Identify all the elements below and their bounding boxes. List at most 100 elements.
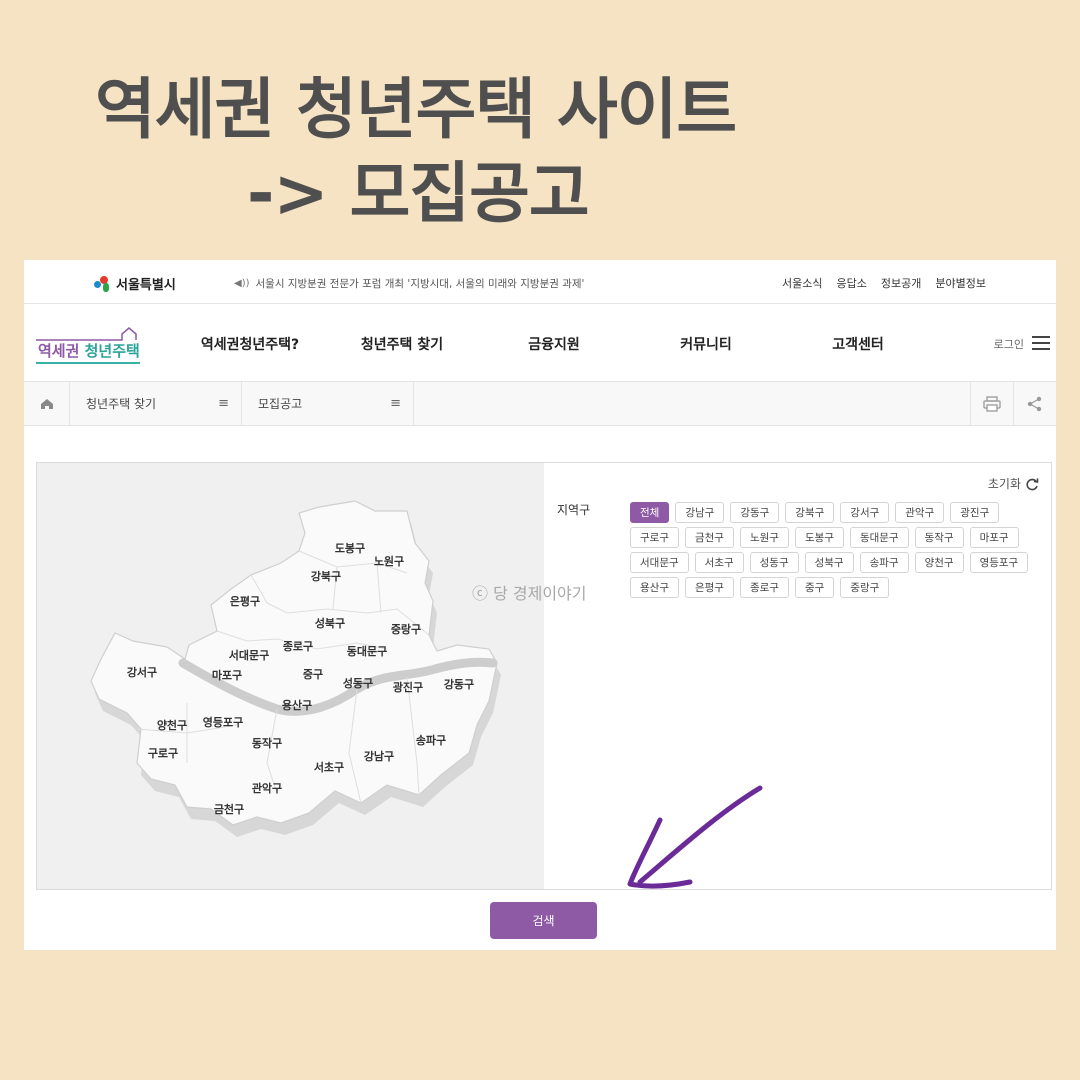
district-chips: 전체 강남구 강동구 강북구 강서구 관악구 광진구구로구 금천구 노원구 도봉구 동대문구 동작구 마… bbox=[630, 502, 1035, 598]
utility-bar: 서울특별시 ◀)) 서울시 지방분권 전문가 포럼 개최 '지방시대, 서울의 … bbox=[24, 260, 1056, 304]
district-chip[interactable]: 용산구 bbox=[630, 577, 679, 598]
district-chip[interactable]: 송파구 bbox=[859, 552, 909, 573]
util-link-fields[interactable]: 분야별정보 bbox=[935, 275, 986, 291]
district-chip[interactable]: 강남구 bbox=[675, 502, 725, 523]
map-district-label[interactable]: 송파구 bbox=[416, 732, 446, 748]
map-district-label[interactable]: 은평구 bbox=[230, 593, 260, 609]
map-district-label[interactable]: 강서구 bbox=[127, 664, 157, 680]
notice-text: 서울시 지방분권 전문가 포럼 개최 '지방시대, 서울의 미래와 지방분권 과… bbox=[255, 278, 585, 290]
breadcrumb: 청년주택 찾기 ≡ 모집공고 ≡ bbox=[24, 382, 1056, 426]
map-district-label[interactable]: 도봉구 bbox=[335, 540, 365, 556]
map-district-label[interactable]: 강북구 bbox=[311, 568, 341, 584]
nav-find-housing[interactable]: 청년주택 찾기 bbox=[326, 334, 478, 354]
map-district-label[interactable]: 동작구 bbox=[252, 735, 282, 751]
share-icon[interactable] bbox=[1013, 382, 1056, 425]
print-icon[interactable] bbox=[970, 382, 1013, 425]
map-district-label[interactable]: 강동구 bbox=[444, 676, 474, 692]
website-screenshot: 서울특별시 ◀)) 서울시 지방분권 전문가 포럼 개최 '지방시대, 서울의 … bbox=[24, 260, 1056, 950]
district-chip[interactable]: 영등포구 bbox=[969, 552, 1029, 573]
map-district-label[interactable]: 서대문구 bbox=[229, 647, 269, 663]
map-district-label[interactable]: 중구 bbox=[303, 666, 323, 682]
map-district-label[interactable]: 성북구 bbox=[315, 615, 345, 631]
map-district-label[interactable]: 금천구 bbox=[214, 801, 244, 817]
district-chip[interactable]: 서대문구 bbox=[630, 552, 689, 573]
district-chip[interactable]: 관악구 bbox=[895, 502, 945, 523]
headline-line1: 역세권 청년주택 사이트 bbox=[95, 71, 737, 148]
district-chip[interactable]: 동대문구 bbox=[849, 527, 909, 548]
map-district-label[interactable]: 용산구 bbox=[282, 697, 312, 713]
seoul-logo-text: 서울특별시 bbox=[116, 278, 176, 293]
nav-about[interactable]: 역세권청년주택? bbox=[174, 334, 326, 354]
district-chip[interactable]: 성동구 bbox=[749, 552, 799, 573]
nav-community[interactable]: 커뮤니티 bbox=[630, 334, 782, 354]
reset-button[interactable]: 초기화 bbox=[988, 475, 1039, 492]
map-district-label[interactable]: 구로구 bbox=[148, 745, 178, 761]
page-tools bbox=[970, 382, 1056, 425]
district-chip[interactable]: 은평구 bbox=[684, 577, 734, 598]
login-link[interactable]: 로그인 bbox=[994, 336, 1024, 352]
utility-links: 서울소식 응답소 정보공개 분야별정보 bbox=[782, 275, 986, 291]
district-chip[interactable]: 성북구 bbox=[804, 552, 854, 573]
watermark: ⓒ 당 경제이야기 bbox=[472, 584, 587, 603]
district-chip[interactable]: 구로구 bbox=[630, 527, 679, 548]
site-logo-text-b: 청년주택 bbox=[84, 342, 140, 360]
breadcrumb-level2-label: 모집공고 bbox=[258, 397, 303, 411]
district-label: 지역구 bbox=[557, 503, 591, 517]
map-district-label[interactable]: 종로구 bbox=[283, 638, 313, 654]
list-menu-icon: ≡ bbox=[218, 396, 229, 411]
district-chip[interactable]: 금천구 bbox=[684, 527, 734, 548]
home-icon[interactable] bbox=[24, 382, 70, 425]
district-chip[interactable]: 광진구 bbox=[950, 502, 1000, 523]
search-button[interactable]: 검색 bbox=[490, 902, 597, 939]
map-district-label[interactable]: 양천구 bbox=[157, 717, 187, 733]
site-logo-text-a: 역세권 bbox=[38, 342, 85, 360]
main-nav: 역세권청년주택? 청년주택 찾기 금융지원 커뮤니티 고객센터 bbox=[174, 334, 934, 354]
search-panel: 도봉구 노원구 강북구 은평구 성북구 중랑구 종로구 서대문구 동대문구 강서구 마포구 중구 성동구… bbox=[36, 462, 1052, 890]
district-chip[interactable]: 강서구 bbox=[840, 502, 890, 523]
district-chip[interactable]: 전체 bbox=[630, 502, 670, 523]
district-chip[interactable]: 중구 bbox=[794, 577, 835, 598]
breadcrumb-level2[interactable]: 모집공고 ≡ bbox=[242, 382, 414, 425]
nav-finance[interactable]: 금융지원 bbox=[478, 334, 630, 354]
notice-ticker[interactable]: ◀)) 서울시 지방분권 전문가 포럼 개최 '지방시대, 서울의 미래와 지방… bbox=[234, 276, 584, 291]
map-district-label[interactable]: 서초구 bbox=[314, 759, 344, 775]
hamburger-menu-icon[interactable] bbox=[1032, 336, 1050, 350]
site-logo[interactable]: 역세권 청년주택 bbox=[36, 320, 140, 366]
list-menu-icon: ≡ bbox=[390, 396, 401, 411]
district-chip[interactable]: 종로구 bbox=[739, 577, 789, 598]
refresh-icon bbox=[1026, 478, 1039, 490]
breadcrumb-level1[interactable]: 청년주택 찾기 ≡ bbox=[70, 382, 242, 425]
district-chip[interactable]: 노원구 bbox=[739, 527, 789, 548]
filter-area: 초기화 지역구 전체 강남구 강동구 강북구 강서구 관악구 광진구구로구 금천구 노원구 도봉구… bbox=[544, 463, 1051, 889]
district-chip[interactable]: 강동구 bbox=[730, 502, 780, 523]
district-chip[interactable]: 마포구 bbox=[969, 527, 1019, 548]
speaker-icon: ◀)) bbox=[234, 278, 250, 289]
reset-label: 초기화 bbox=[987, 477, 1021, 491]
map-district-label[interactable]: 마포구 bbox=[212, 667, 242, 683]
map-district-label[interactable]: 성동구 bbox=[343, 675, 373, 691]
district-chip[interactable]: 동작구 bbox=[914, 527, 964, 548]
util-link-response[interactable]: 응답소 bbox=[837, 275, 867, 291]
district-chip[interactable]: 강북구 bbox=[785, 502, 835, 523]
map-district-label[interactable]: 중랑구 bbox=[391, 621, 421, 637]
headline-line2: -> 모집공고 bbox=[247, 155, 590, 232]
map-district-label[interactable]: 영등포구 bbox=[203, 714, 243, 730]
seoul-district-map[interactable]: 도봉구노원구강북구은평구성북구 중랑구종로구서대문구 동대문구강서구 마포구 중구성동구… bbox=[37, 463, 544, 889]
breadcrumb-level1-label: 청년주택 찾기 bbox=[86, 397, 157, 411]
district-chip[interactable]: 서초구 bbox=[694, 552, 744, 573]
map-district-label[interactable]: 동대문구 bbox=[347, 643, 387, 659]
nav-support[interactable]: 고객센터 bbox=[782, 334, 934, 354]
map-district-label[interactable]: 강남구 bbox=[364, 748, 394, 764]
map-district-label[interactable]: 노원구 bbox=[374, 553, 404, 569]
district-chip[interactable]: 도봉구 bbox=[794, 527, 844, 548]
district-chip[interactable]: 중랑구 bbox=[840, 577, 890, 598]
site-header: 역세권 청년주택 역세권청년주택? 청년주택 찾기 금융지원 커뮤니티 고객센터… bbox=[24, 304, 1056, 382]
headline: 역세권 청년주택 사이트 -> 모집공고 bbox=[95, 68, 737, 236]
seoul-logo[interactable]: 서울특별시 bbox=[94, 274, 176, 293]
district-chip[interactable]: 양천구 bbox=[914, 552, 964, 573]
util-link-news[interactable]: 서울소식 bbox=[782, 275, 822, 291]
util-link-disclosure[interactable]: 정보공개 bbox=[881, 275, 921, 291]
map-district-label[interactable]: 광진구 bbox=[393, 679, 423, 695]
map-district-label[interactable]: 관악구 bbox=[252, 780, 282, 796]
seoul-logo-icon bbox=[94, 275, 112, 292]
